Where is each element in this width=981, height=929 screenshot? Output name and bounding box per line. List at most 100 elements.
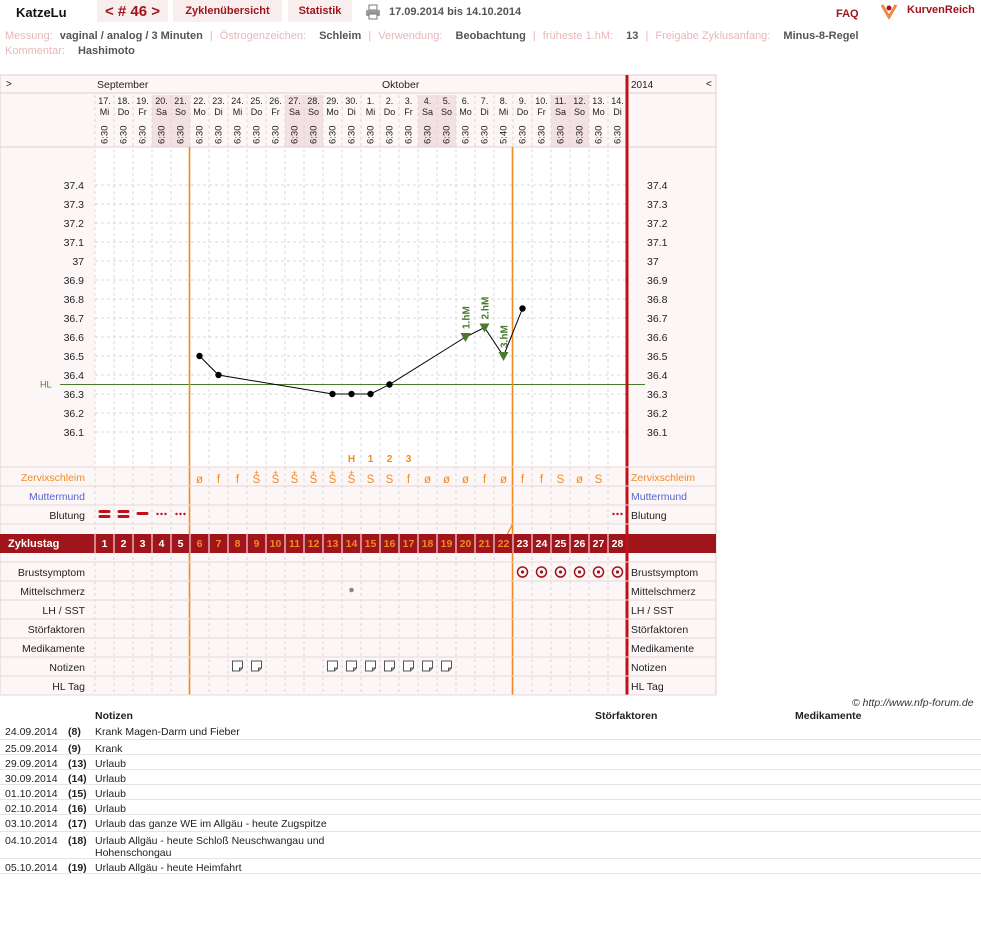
date-label: 18.: [117, 96, 130, 106]
time-label: 6:30: [575, 126, 586, 145]
date-label: 20.: [155, 96, 168, 106]
brand-text[interactable]: KurvenReich: [907, 4, 975, 16]
notes-row: 24.09.2014 (8) Krank Magen-Darm und Fieber: [0, 723, 981, 740]
weekday-label: Fr: [271, 107, 280, 117]
spotting-dot: [620, 512, 623, 516]
y-tick-label: 37.4: [64, 180, 85, 192]
breast-symptom-center: [615, 570, 620, 574]
cycle-chart: > <2014September Oktober17.Mi6:3018.Do6:30…: [0, 74, 717, 696]
y-tick-label-right: 36.5: [647, 351, 668, 363]
zervix-plus: +: [254, 468, 259, 478]
zervix-plus: +: [311, 468, 316, 478]
time-label: 6:30: [214, 126, 225, 145]
weekday-label: Di: [480, 107, 489, 117]
cycle-day-number: 13: [327, 538, 339, 550]
notes-row: 25.09.2014 (9) Krank: [0, 740, 981, 755]
weekday-label: So: [441, 107, 452, 117]
notes-row: 05.10.2014 (19) Urlaub Allgäu - heute Heim…: [0, 859, 981, 874]
cycle-day-number: 11: [289, 538, 300, 550]
date-label: 2.: [386, 96, 394, 106]
time-label: 6:30: [613, 126, 624, 145]
cycle-day-number: 2: [121, 538, 127, 550]
cycle-day-number: 6: [197, 538, 203, 550]
nav-right: <: [706, 79, 712, 90]
cycle-day-number: 25: [555, 538, 567, 550]
date-label: 8.: [500, 96, 508, 106]
temp-point: [519, 305, 526, 312]
spotting-dot: [156, 512, 159, 516]
cycle-day-number: 27: [593, 538, 605, 550]
temp-point: [367, 390, 374, 398]
cycle-day-number: 9: [254, 538, 260, 550]
month-label: September: [97, 79, 149, 91]
time-label: 6:30: [366, 126, 377, 145]
cycle-day-number: 19: [441, 538, 453, 550]
date-label: 10.: [535, 96, 548, 106]
weekday-label: Sa: [289, 107, 300, 117]
note-icon: [251, 660, 262, 672]
row-label-notizen: Notizen: [49, 662, 85, 674]
bleeding-mark: [117, 510, 130, 513]
notes-row-cycle-day: (18): [68, 835, 87, 847]
notes-row-date: 29.09.2014: [5, 758, 58, 770]
notes-row-cycle-day: (14): [68, 773, 87, 785]
time-label: 6:30: [119, 126, 130, 145]
weekday-label: Mo: [326, 107, 339, 117]
row-label-right-stoer: Störfaktoren: [631, 624, 688, 636]
cycle-day-number: 16: [384, 538, 396, 550]
date-label: 1.: [367, 96, 375, 106]
mittelschmerz-dot: [349, 587, 354, 593]
y-tick-label-right: 36.2: [647, 408, 668, 420]
weekday-label: Do: [517, 107, 529, 117]
row-label-hltag: HL Tag: [52, 681, 85, 693]
breast-symptom-center: [520, 570, 525, 574]
weekday-label: Mi: [499, 107, 509, 117]
notes-row: 03.10.2014 (17) Urlaub das ganze WE im All…: [0, 815, 981, 832]
time-label: 6:30: [233, 126, 244, 145]
zervix-value: S: [367, 474, 375, 486]
cycle-day-number: 28: [612, 538, 624, 550]
notes-row-text: Urlaub: [95, 773, 126, 785]
y-tick-label-right: 36.1: [647, 427, 668, 439]
note-icon: [365, 660, 376, 672]
y-tick-label-right: 36.7: [647, 313, 668, 325]
date-label: 26.: [269, 96, 282, 106]
notes-row-text: Urlaub: [95, 758, 126, 770]
y-tick-label-right: 36.4: [647, 370, 668, 382]
date-label: 4.: [424, 96, 432, 106]
zervix-value: S: [386, 474, 394, 486]
row-label-right-medi: Medikamente: [631, 643, 694, 655]
notes-row-date: 25.09.2014: [5, 743, 58, 755]
breast-symptom-center: [558, 570, 563, 574]
cycle-day-number: 18: [422, 538, 434, 550]
note-icon: [422, 660, 433, 672]
date-label: 25.: [250, 96, 263, 106]
row-label-stoer: Störfaktoren: [28, 624, 85, 636]
weekday-label: Fr: [404, 107, 413, 117]
y-tick-label-right: 36.6: [647, 332, 668, 344]
spotting-dot: [183, 512, 186, 516]
weekday-label: So: [574, 107, 585, 117]
notes-row-date: 01.10.2014: [5, 788, 58, 800]
cycle-day-number: 15: [365, 538, 377, 550]
weekday-label: Di: [613, 107, 622, 117]
date-label: 27.: [288, 96, 301, 106]
row-label-right-mittel: Mittelschmerz: [631, 586, 696, 598]
time-label: 6:30: [594, 126, 605, 145]
cycle-day-number: 22: [498, 538, 510, 550]
row-label-blutung: Blutung: [49, 510, 85, 522]
temp-point: [348, 390, 355, 398]
faq-link[interactable]: FAQ: [836, 8, 859, 20]
weekday-label: Sa: [156, 107, 167, 117]
date-label: 29.: [326, 96, 339, 106]
cycle-day-number: 4: [159, 538, 165, 550]
time-label: 6:30: [290, 126, 301, 145]
notes-row: 02.10.2014 (16) Urlaub: [0, 800, 981, 815]
cycle-day-number: 23: [517, 538, 529, 550]
notes-row-text: Urlaub das ganze WE im Allgäu - heute Zu…: [95, 818, 327, 830]
bleeding-mark: [136, 512, 149, 515]
notes-row-date: 05.10.2014: [5, 862, 58, 874]
y-tick-label: 37.3: [64, 199, 85, 211]
date-label: 22.: [193, 96, 206, 106]
time-label: 6:30: [423, 126, 434, 145]
